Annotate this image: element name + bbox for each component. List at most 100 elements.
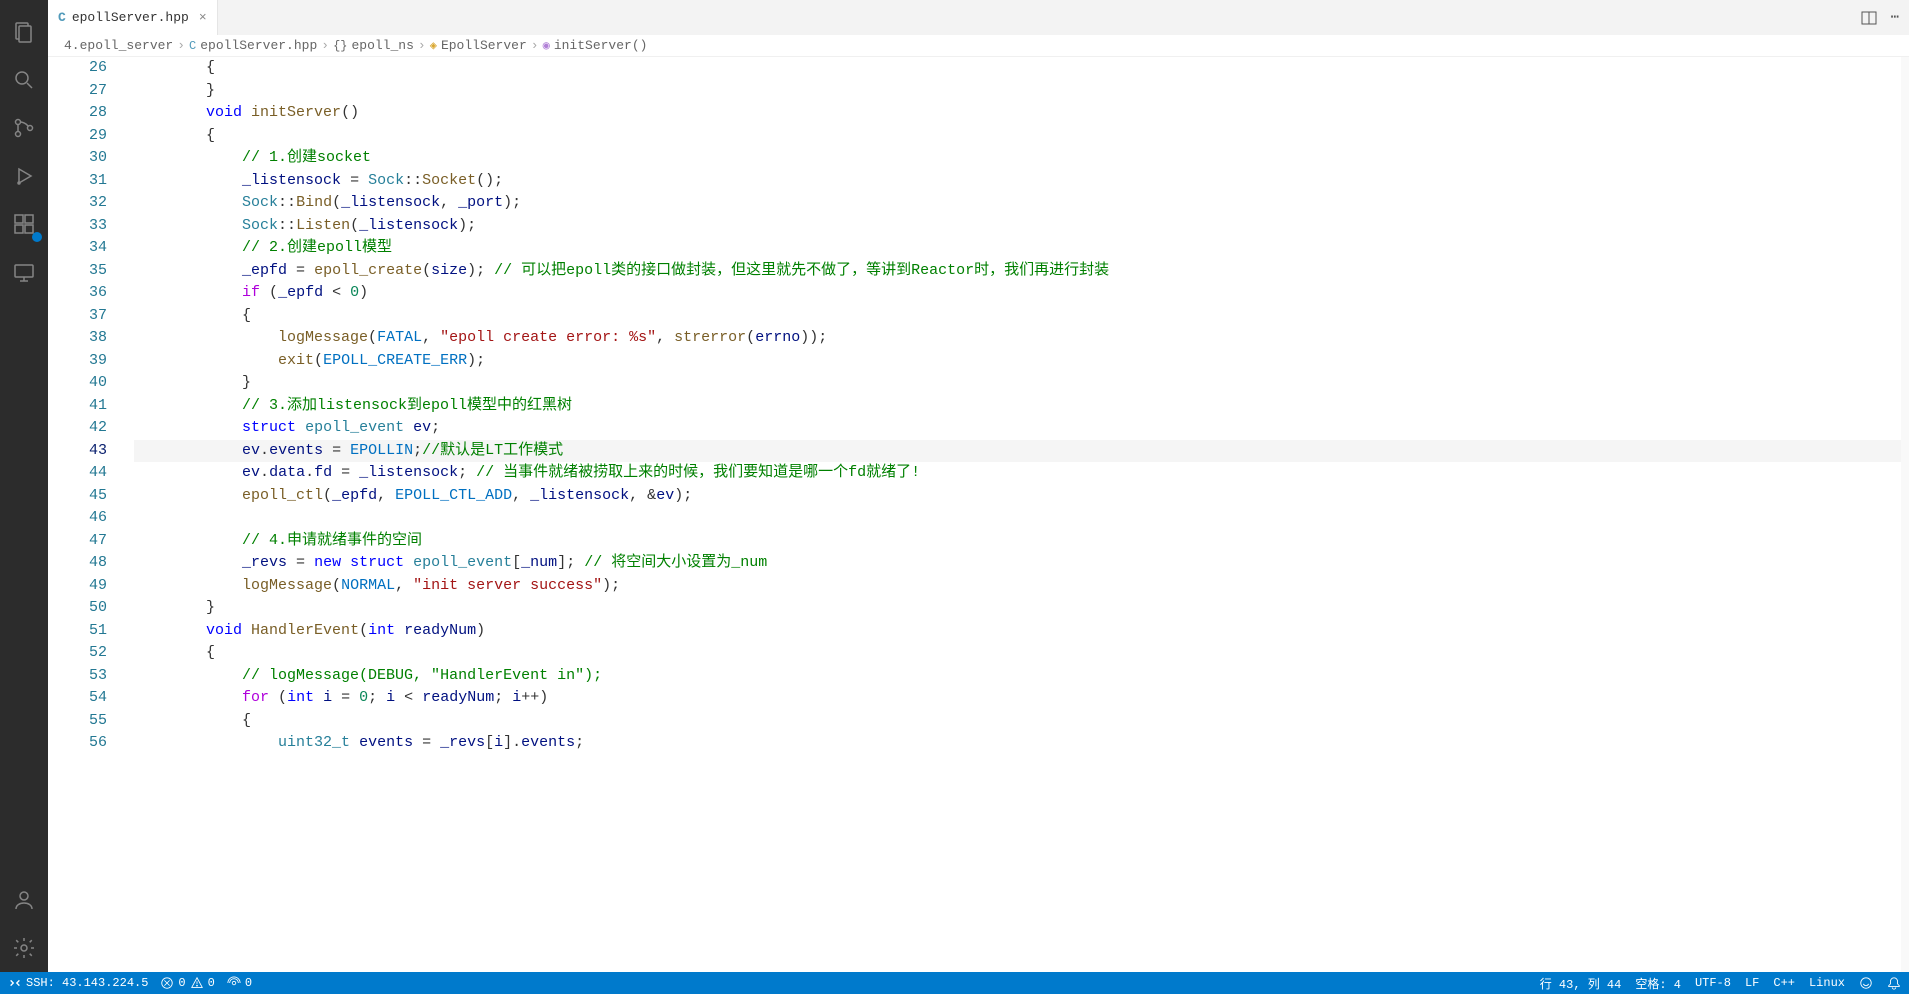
line-number: 32 (48, 192, 107, 215)
code-line[interactable]: { (134, 125, 1901, 148)
code-editor[interactable]: 2627282930313233343536373839404142434445… (48, 57, 1909, 972)
chevron-right-icon: › (321, 38, 329, 53)
os-status[interactable]: Linux (1809, 976, 1845, 990)
run-debug-icon[interactable] (0, 152, 48, 200)
code-line[interactable]: } (134, 372, 1901, 395)
code-line[interactable]: void initServer() (134, 102, 1901, 125)
explorer-icon[interactable] (0, 8, 48, 56)
line-number: 47 (48, 530, 107, 553)
code-line[interactable]: // 1.创建socket (134, 147, 1901, 170)
code-line[interactable]: { (134, 710, 1901, 733)
split-editor-icon[interactable] (1861, 10, 1877, 26)
line-number: 37 (48, 305, 107, 328)
problems-status[interactable]: 0 0 (160, 976, 214, 990)
line-number: 56 (48, 732, 107, 755)
indentation-status[interactable]: 空格: 4 (1635, 975, 1681, 992)
code-line[interactable]: for (int i = 0; i < readyNum; i++) (134, 687, 1901, 710)
breadcrumb-folder[interactable]: 4.epoll_server (64, 38, 173, 53)
line-number: 49 (48, 575, 107, 598)
more-actions-icon[interactable]: ⋯ (1891, 9, 1899, 26)
remote-status[interactable]: SSH: 43.143.224.5 (8, 976, 148, 990)
code-line[interactable]: void HandlerEvent(int readyNum) (134, 620, 1901, 643)
code-line[interactable]: // logMessage(DEBUG, "HandlerEvent in"); (134, 665, 1901, 688)
code-line[interactable]: if (_epfd < 0) (134, 282, 1901, 305)
breadcrumb[interactable]: 4.epoll_server › C epollServer.hpp › {} … (48, 35, 1909, 57)
breadcrumb-label: 4.epoll_server (64, 38, 173, 53)
line-number: 29 (48, 125, 107, 148)
line-number: 45 (48, 485, 107, 508)
tab-filename: epollServer.hpp (72, 10, 189, 25)
code-line[interactable]: _epfd = epoll_create(size); // 可以把epoll类… (134, 260, 1901, 283)
cursor-position[interactable]: 行 43, 列 44 (1540, 975, 1622, 992)
line-number: 55 (48, 710, 107, 733)
breadcrumb-label: EpollServer (441, 38, 527, 53)
line-number: 53 (48, 665, 107, 688)
breadcrumb-label: initServer() (554, 38, 648, 53)
line-number: 27 (48, 80, 107, 103)
code-line[interactable]: // 3.添加listensock到epoll模型中的红黑树 (134, 395, 1901, 418)
code-line[interactable]: exit(EPOLL_CREATE_ERR); (134, 350, 1901, 373)
main-area: C epollServer.hpp × ⋯ 4.epoll_server › C… (48, 0, 1909, 972)
code-line[interactable]: ev.data.fd = _listensock; // 当事件就绪被捞取上来的… (134, 462, 1901, 485)
notifications-icon[interactable] (1887, 976, 1901, 990)
line-number: 36 (48, 282, 107, 305)
code-line[interactable]: Sock::Listen(_listensock); (134, 215, 1901, 238)
feedback-icon[interactable] (1859, 976, 1873, 990)
code-line[interactable]: // 4.申请就绪事件的空间 (134, 530, 1901, 553)
line-number: 41 (48, 395, 107, 418)
code-line[interactable]: { (134, 305, 1901, 328)
line-number: 43 (48, 440, 107, 463)
line-number: 51 (48, 620, 107, 643)
cpp-file-icon: C (58, 10, 66, 25)
line-number: 52 (48, 642, 107, 665)
encoding-status[interactable]: UTF-8 (1695, 976, 1731, 990)
code-line[interactable]: Sock::Bind(_listensock, _port); (134, 192, 1901, 215)
status-bar: SSH: 43.143.224.5 0 0 0 行 43, 列 44 空格: 4… (0, 972, 1909, 994)
code-line[interactable]: epoll_ctl(_epfd, EPOLL_CTL_ADD, _listens… (134, 485, 1901, 508)
breadcrumb-class[interactable]: ◈ EpollServer (430, 38, 527, 53)
method-icon: ◉ (543, 38, 550, 53)
code-content[interactable]: { } void initServer() { // 1.创建socket _l… (128, 57, 1901, 972)
accounts-icon[interactable] (0, 876, 48, 924)
settings-icon[interactable] (0, 924, 48, 972)
class-icon: ◈ (430, 38, 437, 53)
line-number: 30 (48, 147, 107, 170)
close-icon[interactable]: × (199, 10, 207, 25)
chevron-right-icon: › (531, 38, 539, 53)
scrollbar[interactable] (1901, 57, 1909, 972)
breadcrumb-namespace[interactable]: {} epoll_ns (333, 38, 414, 53)
line-number: 54 (48, 687, 107, 710)
remote-explorer-icon[interactable] (0, 248, 48, 296)
language-status[interactable]: C++ (1773, 976, 1795, 990)
code-line[interactable]: _revs = new struct epoll_event[_num]; //… (134, 552, 1901, 575)
code-line[interactable]: uint32_t events = _revs[i].events; (134, 732, 1901, 755)
code-line[interactable]: { (134, 642, 1901, 665)
errors-count: 0 (178, 976, 185, 990)
breadcrumb-label: epollServer.hpp (200, 38, 317, 53)
code-line[interactable]: } (134, 597, 1901, 620)
eol-status[interactable]: LF (1745, 976, 1759, 990)
line-number: 34 (48, 237, 107, 260)
code-line[interactable]: struct epoll_event ev; (134, 417, 1901, 440)
activity-bar (0, 0, 48, 972)
source-control-icon[interactable] (0, 104, 48, 152)
line-number: 50 (48, 597, 107, 620)
tab-epollserver[interactable]: C epollServer.hpp × (48, 0, 218, 35)
breadcrumb-method[interactable]: ◉ initServer() (543, 38, 648, 53)
line-number: 39 (48, 350, 107, 373)
code-line[interactable]: // 2.创建epoll模型 (134, 237, 1901, 260)
extensions-icon[interactable] (0, 200, 48, 248)
code-line[interactable] (134, 507, 1901, 530)
code-line[interactable]: ev.events = EPOLLIN;//默认是LT工作模式 (134, 440, 1901, 463)
code-line[interactable]: logMessage(FATAL, "epoll create error: %… (134, 327, 1901, 350)
ports-status[interactable]: 0 (227, 976, 252, 990)
code-line[interactable]: logMessage(NORMAL, "init server success"… (134, 575, 1901, 598)
line-number: 28 (48, 102, 107, 125)
code-line[interactable]: } (134, 80, 1901, 103)
breadcrumb-file[interactable]: C epollServer.hpp (189, 38, 317, 53)
search-icon[interactable] (0, 56, 48, 104)
line-number: 38 (48, 327, 107, 350)
line-number: 35 (48, 260, 107, 283)
code-line[interactable]: { (134, 57, 1901, 80)
code-line[interactable]: _listensock = Sock::Socket(); (134, 170, 1901, 193)
